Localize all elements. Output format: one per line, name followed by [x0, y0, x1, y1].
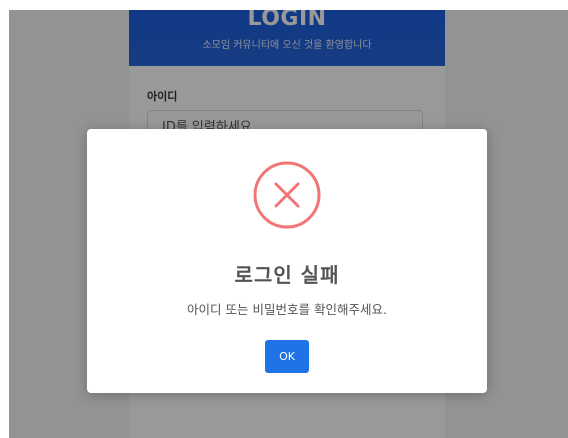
ok-button[interactable]: OK	[265, 340, 309, 373]
dialog-message: 아이디 또는 비밀번호를 확인해주세요.	[187, 302, 387, 317]
page-viewport: LOGIN 소모임 커뮤니티에 오신 것을 환영합니다 아이디 로그인 실패 아…	[9, 10, 568, 438]
error-x-circle-icon	[252, 160, 322, 230]
login-failure-dialog: 로그인 실패 아이디 또는 비밀번호를 확인해주세요. OK	[87, 129, 487, 393]
dialog-title: 로그인 실패	[234, 263, 340, 287]
